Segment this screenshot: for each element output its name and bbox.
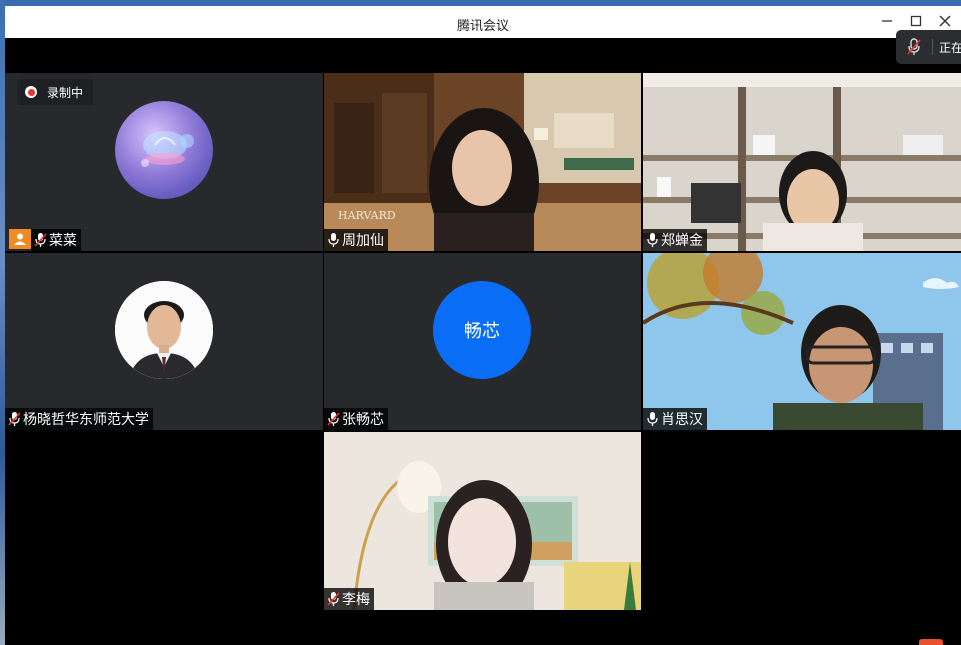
participant-tile-5[interactable]: 畅芯 张畅芯 [324,253,641,430]
text-avatar: 畅芯 [433,281,531,379]
video-feed [643,73,961,251]
mic-muted-icon [327,592,340,606]
mic-icon [647,412,658,426]
minimize-icon [882,20,892,22]
participant-name: 杨晓哲华东师范大学 [23,412,149,428]
participant-name-tag: 郑蝉金 [643,229,707,251]
participant-name-tag: 李梅 [324,588,374,610]
participant-name: 郑蝉金 [661,233,703,249]
minimize-button[interactable] [874,10,900,34]
close-icon [939,15,951,27]
participant-tile-2[interactable]: HARVARD 周加仙 [324,73,641,251]
window-titlebar[interactable]: 腾讯会议 [5,6,961,38]
maximize-icon [910,15,922,27]
avatar [115,281,213,379]
video-feed [643,253,961,430]
empty-tile [643,432,961,610]
participant-name-tag: 张畅芯 [324,408,388,430]
mic-muted-icon [8,412,21,426]
participant-tile-6[interactable]: 肖思汉 [643,253,961,430]
svg-text:HARVARD: HARVARD [338,209,396,222]
participant-name: 张畅芯 [342,412,384,428]
mic-muted-icon [907,38,921,55]
mic-icon [647,233,658,247]
mic-muted-icon [327,412,340,426]
participant-name: 菜菜 [49,233,77,249]
avatar-image [141,131,194,167]
participant-name-tag: 周加仙 [324,229,388,251]
participant-name-tag: 杨晓哲华东师范大学 [5,408,153,430]
recording-badge[interactable]: 录制中 [17,79,94,105]
recording-label: 录制中 [47,85,84,100]
record-dot-icon [25,86,37,98]
video-feed [324,432,641,610]
video-feed: HARVARD [324,73,641,251]
participant-name-tag: 菜菜 [31,229,81,251]
participant-name: 周加仙 [342,233,384,249]
avatar [115,101,213,199]
avatar-photo [115,281,213,379]
participant-name: 李梅 [342,592,370,608]
mic-icon [328,233,339,247]
app-logo-icon [919,639,943,645]
divider [932,39,933,55]
empty-tile [5,432,323,610]
participant-tile-7[interactable]: 李梅 [324,432,641,610]
participant-name: 肖思汉 [661,412,703,428]
mic-status-text: 正在 [939,41,961,55]
participant-name-tag: 肖思汉 [643,408,707,430]
participant-tile-3[interactable]: 郑蝉金 [643,73,961,251]
mic-muted-icon [34,233,47,247]
window-title: 腾讯会议 [456,19,509,34]
person-icon [9,229,31,249]
participant-tile-4[interactable]: 杨晓哲华东师范大学 [5,253,323,430]
mic-status-pill[interactable]: 正在 [896,30,961,64]
toolbar-area [5,38,961,73]
participant-tile-1[interactable]: 录制中 菜菜 [5,73,323,251]
